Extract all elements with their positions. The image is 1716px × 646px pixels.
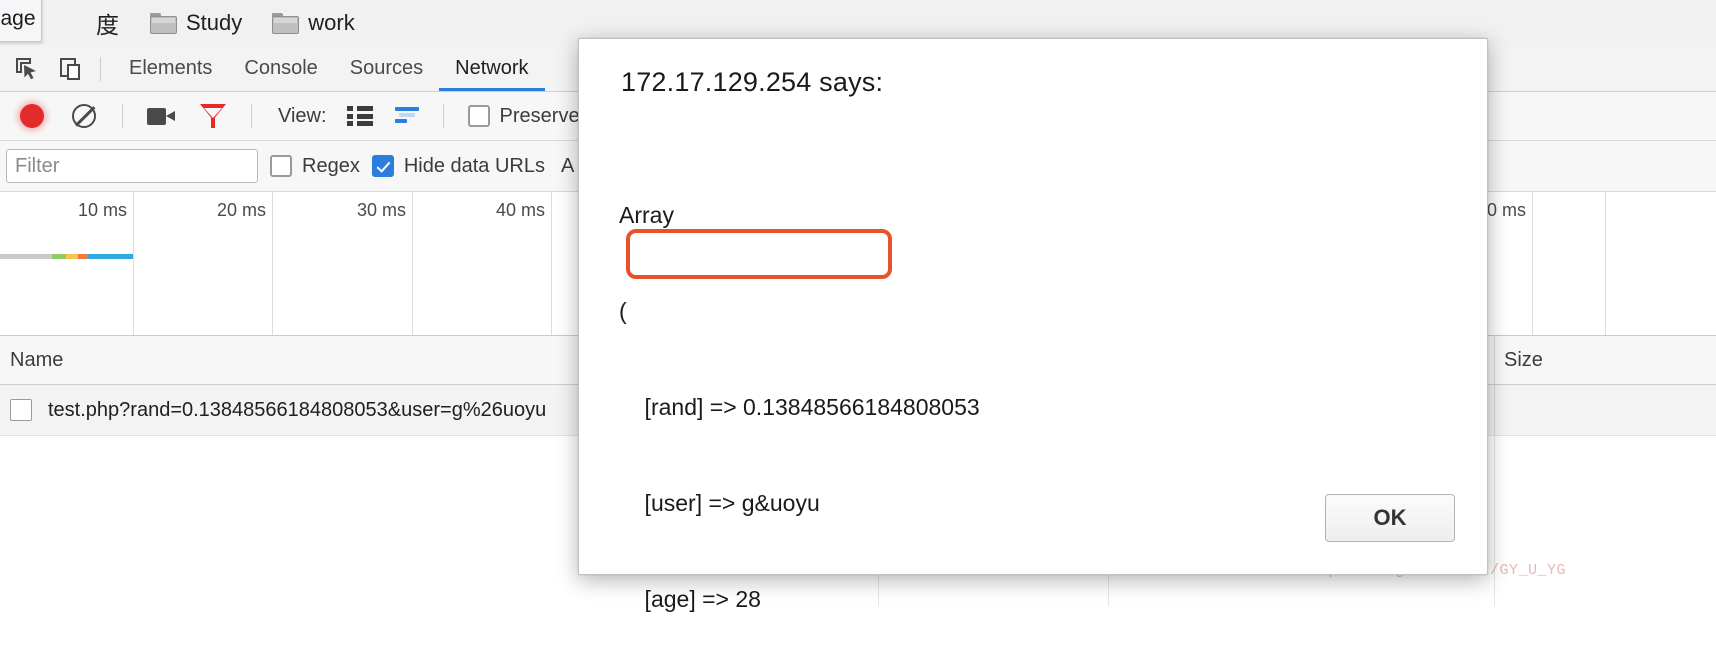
dialog-line: ( [619,298,627,324]
dialog-line: [age] => 28 [619,586,761,612]
tick-label: 20 ms [216,200,266,220]
device-toolbar-icon[interactable] [54,52,88,86]
toolbar-divider [100,56,101,81]
filter-input[interactable] [6,149,258,183]
bookmark-label: work [308,10,355,35]
regex-checkbox[interactable]: Regex [270,155,360,178]
clear-button[interactable] [64,96,104,136]
timeline-segment-download [88,254,133,259]
screenshot-camera-icon[interactable] [141,96,181,136]
bookmark-label: 度 [96,12,120,38]
filter-funnel-icon[interactable] [193,96,233,136]
tick-label: 0 ms [1486,200,1526,220]
hide-data-urls-label: Hide data URLs [403,154,545,177]
record-button[interactable] [12,96,52,136]
dialog-message: Array ( [rand] => 0.13848566184808053 [u… [619,135,1457,646]
dialog-line: Array [619,202,674,228]
tick-label: 30 ms [356,200,406,220]
tick-label: 40 ms [495,200,545,220]
view-label: View: [278,104,327,127]
column-header-size[interactable]: Size [1494,336,1716,384]
tab-label: Network [455,57,529,79]
tab-console[interactable]: Console [228,46,333,91]
toolbar-divider [442,104,444,128]
timeline-segment-dns [52,254,66,259]
checkbox-box[interactable] [467,105,490,127]
row-checkbox-icon [10,399,32,421]
filter-type-label: A [561,154,575,177]
hide-data-urls-checkbox[interactable]: Hide data URLs [371,154,545,178]
timeline-segment-send [78,254,88,259]
regex-label: Regex [302,154,360,177]
toolbar-divider [122,104,123,128]
tab-sources[interactable]: Sources [334,46,439,91]
checkbox-box[interactable] [371,155,394,177]
checkbox-box[interactable] [270,155,292,177]
folder-icon [150,12,177,34]
request-name: test.php?rand=0.13848566184808053&user=g… [48,398,547,421]
tab-label: Console [244,57,318,79]
inspect-cursor-icon[interactable] [10,52,44,86]
tab-label: Elements [129,57,213,79]
bookmark-item-work[interactable]: work [262,6,364,40]
javascript-alert-dialog: 172.17.129.254 says: Array ( [rand] => 0… [578,38,1488,612]
tab-network[interactable]: Network [439,46,545,91]
folder-icon [272,12,300,34]
tab-label: Sources [349,57,424,79]
list-view-icon[interactable] [346,106,373,126]
bookmark-item-study[interactable]: Study [140,6,252,40]
dialog-title: 172.17.129.254 says: [621,67,884,97]
timeline-segment-connect [66,254,78,259]
tick-label: 10 ms [77,200,127,220]
toolbar-divider [251,104,252,128]
ok-button[interactable]: OK [1325,494,1455,542]
tab-elements[interactable]: Elements [113,46,228,91]
screenshot-root: 度 Study work age Elements Console Source… [0,0,1716,646]
waterfall-view-icon[interactable] [393,106,421,126]
bookmark-label: Study [186,10,243,35]
tab-tooltip-overlay: age [0,0,42,42]
timeline-segment-stalled [0,254,52,259]
tooltip-label: age [0,7,36,30]
dialog-line: [rand] => 0.13848566184808053 [619,394,980,420]
